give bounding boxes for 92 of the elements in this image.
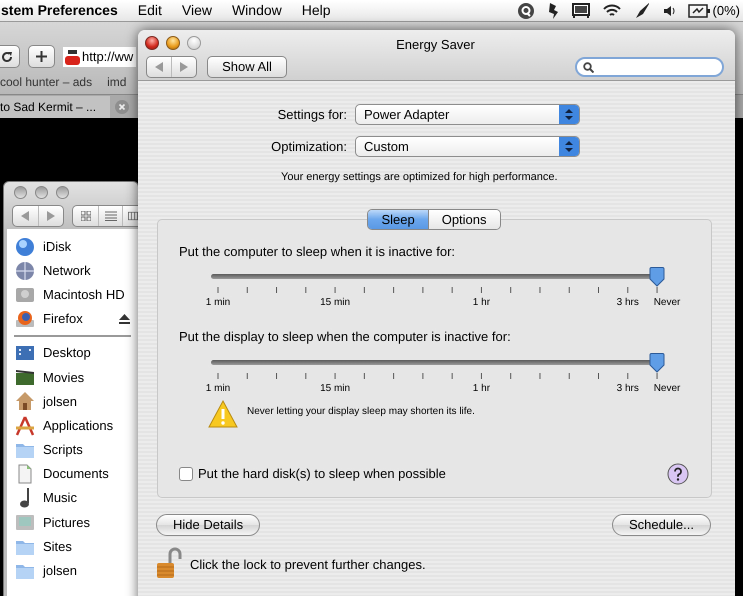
list-icon: [104, 211, 117, 221]
q-circle-icon[interactable]: [518, 2, 534, 18]
battery-percentage: (0%): [712, 2, 740, 20]
app-menu[interactable]: stem Preferences: [0, 0, 118, 21]
lock-text: Click the lock to prevent further changes.: [190, 556, 426, 574]
help-icon[interactable]: [667, 462, 689, 484]
reload-icon: [1, 50, 13, 62]
sidebar-item[interactable]: Desktop: [7, 341, 138, 366]
sidebar-item[interactable]: Documents: [7, 462, 138, 486]
left-arrow-icon: [21, 211, 30, 221]
sidebar-item[interactable]: Applications: [7, 414, 138, 438]
wifi-icon[interactable]: [602, 4, 621, 18]
close-window-button[interactable]: [145, 36, 159, 50]
window-button[interactable]: [56, 186, 69, 199]
tab[interactable]: Sleep: [368, 210, 428, 228]
sidebar-item[interactable]: Movies: [7, 365, 138, 390]
plus-icon: [36, 51, 47, 62]
pencil-ruler-icon: [15, 416, 35, 436]
tab[interactable]: Options: [428, 210, 500, 228]
checkbox[interactable]: [179, 466, 193, 480]
left-arrow-icon: [155, 62, 163, 72]
optimization-popup[interactable]: Custom: [355, 136, 580, 157]
slider-thumb[interactable]: [649, 267, 665, 287]
window-title: Energy Saver: [395, 36, 476, 54]
schedule-button[interactable]: Schedule...: [612, 514, 711, 536]
window-button[interactable]: [14, 186, 27, 199]
field-label: Optimization:: [270, 138, 347, 156]
tick-label: 1 min: [206, 296, 230, 310]
house-icon: [15, 391, 35, 412]
hide-details-button[interactable]: Hide Details: [156, 514, 260, 536]
tick-label: 15 min: [320, 382, 350, 396]
window-button[interactable]: [35, 186, 48, 199]
picture-frame-icon: [15, 512, 35, 532]
sidebar-item[interactable]: jolsen: [7, 389, 138, 414]
film-clapper-icon: [15, 367, 35, 388]
sidebar-item[interactable]: Firefox: [7, 307, 138, 331]
hard-drive-icon: [15, 285, 35, 305]
globe-icon: [15, 237, 35, 257]
minimize-window-button[interactable]: [166, 36, 180, 50]
open-padlock-icon[interactable]: [156, 546, 182, 578]
slider-thumb[interactable]: [649, 352, 665, 372]
warning-text: Never letting your display sleep may shorten its life.: [247, 404, 475, 418]
sidebar-item[interactable]: Scripts: [7, 438, 138, 462]
tick-label: Never: [654, 382, 680, 396]
eject-icon[interactable]: [119, 314, 130, 324]
pen-icon[interactable]: [634, 2, 650, 19]
menu-item[interactable]: Help: [302, 0, 331, 21]
slider-label: Put the display to sleep when the computer is inactive for:: [179, 328, 512, 346]
menu-item[interactable]: View: [182, 0, 212, 21]
sidebar-item[interactable]: Sites: [7, 534, 138, 559]
globe-icon: [15, 261, 35, 281]
browser-tab[interactable]: to Sad Kermit – ...: [0, 96, 110, 118]
tick-label: Never: [654, 296, 680, 310]
zoom-window-button[interactable]: [187, 36, 201, 50]
sidebar-item[interactable]: iDisk: [7, 235, 138, 259]
grid-icon: [80, 211, 91, 221]
settings-for-popup[interactable]: Power Adapter: [355, 104, 580, 125]
sidebar-item[interactable]: jolsen: [7, 558, 138, 583]
warning-icon: [208, 398, 238, 428]
search-field[interactable]: [575, 57, 724, 77]
menu-item[interactable]: Edit: [138, 0, 162, 21]
url-field[interactable]: http://ww: [63, 46, 136, 66]
slider-label: Put the computer to sleep when it is inactive for:: [179, 242, 456, 261]
tick-label: 3 hrs: [616, 382, 639, 396]
close-icon[interactable]: [115, 100, 129, 114]
logo-icon: [65, 48, 80, 64]
sidebar-item[interactable]: Music: [7, 486, 138, 510]
bookmark-link[interactable]: cool hunter – ads: [0, 73, 92, 91]
sidebar-item[interactable]: Pictures: [7, 510, 138, 534]
display-icon[interactable]: [572, 3, 590, 18]
columns-icon: [128, 211, 138, 221]
music-note-icon: [20, 488, 30, 508]
tick-label: 1 min: [206, 382, 230, 396]
tick-label: 15 min: [320, 296, 350, 310]
field-label: Settings for:: [276, 106, 347, 124]
battery-icon[interactable]: [688, 4, 710, 18]
menu-item[interactable]: Window: [232, 0, 282, 21]
disk-icon: [15, 309, 35, 329]
speaker-icon[interactable]: [662, 4, 675, 16]
sidebar-item[interactable]: Network: [7, 259, 138, 283]
right-arrow-icon: [46, 211, 55, 221]
tick-label: 3 hrs: [616, 296, 639, 310]
search-icon: [583, 62, 594, 72]
bookmark-link[interactable]: imd: [107, 73, 126, 91]
right-arrow-icon: [180, 62, 188, 72]
checkbox-label: Put the hard disk(s) to sleep when possible: [198, 464, 447, 483]
new-tab-button[interactable]: [28, 45, 55, 68]
tick-label: 1 hr: [472, 296, 490, 310]
tick-label: 1 hr: [472, 382, 490, 396]
sidebar-item[interactable]: Macintosh HD: [7, 283, 138, 307]
show-all-button[interactable]: Show All: [207, 56, 287, 78]
status-text: Your energy settings are optimized for high performance.: [280, 170, 559, 185]
